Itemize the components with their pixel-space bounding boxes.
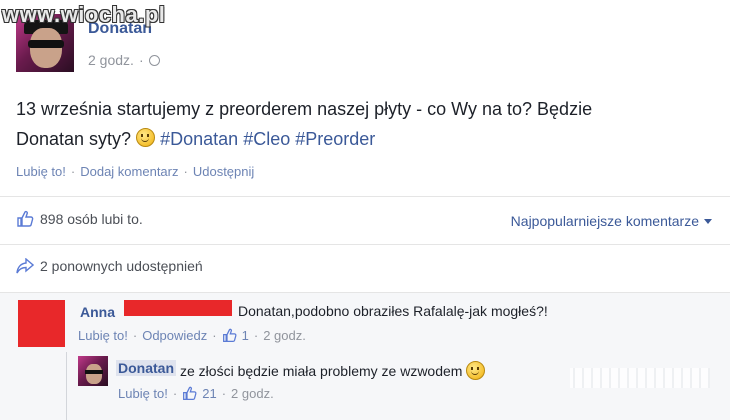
redacted-surname (124, 300, 232, 316)
likes-count-link[interactable]: 898 osób lubi to. (40, 211, 143, 227)
reply-like-button[interactable]: Lubię to! (118, 386, 168, 401)
separator: · (132, 328, 138, 343)
comment-actions: Lubię to! · Odpowiedz · 1 · 2 godz. (78, 328, 306, 343)
divider (0, 244, 730, 245)
scribble-overlay (570, 368, 710, 388)
share-button[interactable]: Udostępnij (193, 164, 254, 179)
thumbs-up-icon (183, 386, 197, 400)
hashtag-cleo[interactable]: #Cleo (243, 129, 290, 149)
reply-thread-line (66, 352, 67, 420)
caret-down-icon (704, 218, 712, 224)
separator: · (221, 386, 227, 401)
comment-sort-dropdown[interactable]: Najpopularniejsze komentarze (511, 213, 712, 229)
divider (0, 292, 730, 293)
smiley-icon (136, 128, 156, 147)
hashtag-preorder[interactable]: #Preorder (295, 129, 375, 149)
shares-count-link[interactable]: 2 ponownych udostępnień (40, 258, 203, 274)
like-button[interactable]: Lubię to! (16, 164, 66, 179)
watermark: www.wiocha.pl (2, 2, 166, 27)
reply-actions: Lubię to! · 21 · 2 godz. (118, 386, 274, 401)
separator: · (172, 386, 178, 401)
thumbs-up-icon (17, 210, 34, 227)
post-text: 13 września startujemy z preorderem nasz… (16, 94, 706, 154)
shares-summary: 2 ponownych udostępnień (16, 258, 203, 274)
smiley-icon (466, 361, 486, 380)
likes-summary: 898 osób lubi to. (16, 210, 143, 228)
reply-timestamp[interactable]: 2 godz. (231, 386, 274, 401)
hashtag-donatan[interactable]: #Donatan (160, 129, 238, 149)
divider (0, 196, 730, 197)
share-arrow-icon (16, 258, 34, 274)
reply-text: ze złości będzie miała problemy ze wzwod… (180, 362, 463, 379)
separator: · (70, 164, 76, 179)
post-meta: 2 godz. · (88, 52, 160, 68)
sort-label: Najpopularniejsze komentarze (510, 213, 699, 229)
globe-icon[interactable] (148, 54, 160, 66)
add-comment-button[interactable]: Dodaj komentarz (80, 164, 178, 179)
reply-avatar[interactable] (78, 356, 108, 386)
meta-separator: · (138, 52, 144, 68)
thumbs-up-icon (222, 328, 237, 342)
post-text-line1: 13 września startujemy z preorderem nasz… (16, 99, 593, 119)
post-text-line2: Donatan syty? (16, 129, 132, 149)
comment-like-count[interactable]: 1 (242, 328, 249, 343)
post-action-bar: Lubię to! · Dodaj komentarz · Udostępnij (16, 164, 254, 179)
comment-reply-button[interactable]: Odpowiedz (142, 328, 207, 343)
separator: · (212, 328, 217, 343)
comment-author-name[interactable]: Anna (80, 304, 115, 320)
separator: · (183, 164, 188, 179)
separator: · (253, 328, 259, 343)
reply-author-name[interactable]: Donatan (116, 360, 176, 376)
comment-text: Donatan,podobno obraziłes Rafalalę-jak m… (238, 303, 548, 319)
reply-like-count[interactable]: 21 (202, 386, 216, 401)
reply-text-wrap: ze złości będzie miała problemy ze wzwod… (180, 361, 486, 380)
comment-like-button[interactable]: Lubię to! (78, 328, 128, 343)
comment-avatar[interactable] (18, 300, 65, 347)
comment-timestamp[interactable]: 2 godz. (263, 328, 306, 343)
post-timestamp[interactable]: 2 godz. (88, 52, 134, 68)
